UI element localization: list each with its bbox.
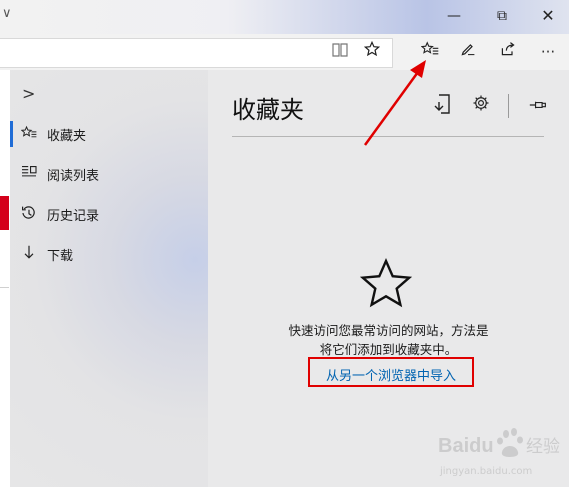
import-from-browser-link[interactable]: 从另一个浏览器中导入: [310, 365, 472, 384]
reading-view-icon[interactable]: [329, 41, 351, 63]
import-favorites-icon[interactable]: [430, 94, 454, 118]
expand-chevron-icon[interactable]: >: [22, 84, 35, 103]
toolbar-separator: [508, 94, 509, 118]
favorites-hub-icon[interactable]: [419, 41, 441, 63]
watermark-url: jingyan.baidu.com: [439, 466, 532, 477]
page-divider-line: [0, 287, 9, 288]
title-bar: ∨ — ⧉ ✕: [0, 0, 569, 34]
empty-message-line-1: 快速访问您最常访问的网站，方法是: [288, 323, 489, 338]
close-button[interactable]: ✕: [538, 6, 558, 26]
hub-item-label: 收藏夹: [47, 129, 87, 144]
hub-item-label: 历史记录: [47, 209, 100, 224]
more-icon[interactable]: ···: [537, 41, 559, 63]
empty-star-icon: [360, 258, 412, 308]
page-red-block: [0, 196, 9, 230]
baidu-paw-logo-icon: Baidu 经验 jingyan.baidu.com: [438, 428, 560, 477]
reading-list-icon: [20, 165, 38, 183]
hub-item-label: 下载: [47, 249, 74, 264]
watermark-tag: 经验: [526, 437, 560, 457]
import-highlight-box: 从另一个浏览器中导入: [308, 357, 474, 387]
hub-item-label: 阅读列表: [47, 169, 100, 184]
history-icon: [20, 205, 38, 223]
watermark-brand: Baidu: [438, 435, 494, 457]
baidu-watermark: Baidu 经验 jingyan.baidu.com: [438, 422, 568, 482]
hub-item-downloads[interactable]: 下载: [10, 241, 208, 267]
minimize-button[interactable]: —: [444, 6, 464, 26]
empty-message-line-2: 将它们添加到收藏夹中。: [319, 342, 458, 357]
address-toolbar: [0, 34, 569, 71]
favorites-icon: [20, 125, 38, 143]
share-icon[interactable]: [497, 41, 519, 63]
restore-button[interactable]: ⧉: [492, 6, 512, 26]
panel-divider: [232, 136, 544, 137]
settings-gear-icon[interactable]: [469, 94, 493, 118]
add-favorite-star-icon[interactable]: [361, 40, 383, 63]
tab-list-chevron-icon[interactable]: ∨: [2, 6, 16, 21]
hub-navigation: > 收藏夹 阅读列表 历史记录 下载: [10, 70, 208, 487]
panel-title: 收藏夹: [232, 96, 304, 124]
pen-icon[interactable]: [457, 41, 479, 63]
hub-item-history[interactable]: 历史记录: [10, 201, 208, 227]
hub-item-favorites[interactable]: 收藏夹: [10, 121, 208, 147]
active-indicator: [10, 121, 13, 147]
download-icon: [20, 245, 38, 263]
pin-pane-icon[interactable]: [526, 94, 550, 118]
hub-item-reading-list[interactable]: 阅读列表: [10, 161, 208, 187]
